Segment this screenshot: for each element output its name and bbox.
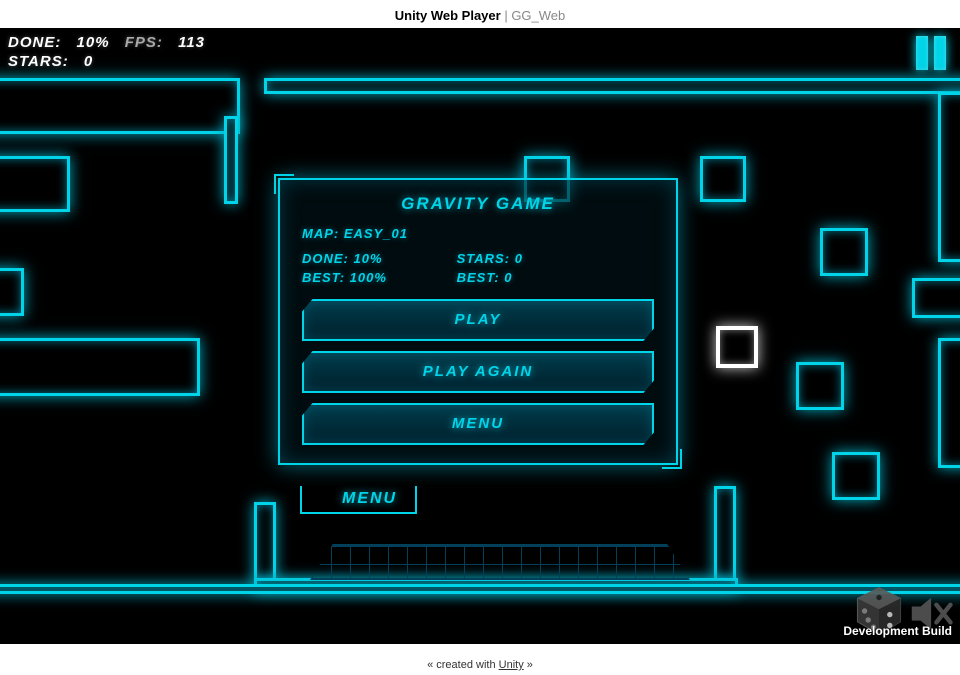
maze-wall	[0, 338, 200, 396]
maze-wall	[224, 116, 238, 204]
menu-done-value: 10%	[354, 251, 383, 266]
maze-wall	[700, 156, 746, 202]
maze-wall	[714, 486, 736, 582]
grid-floor	[310, 544, 690, 580]
pause-button[interactable]	[916, 36, 950, 70]
hud-stars-value: 0	[84, 53, 93, 70]
footer-unity-link[interactable]: Unity	[499, 659, 524, 671]
maze-wall	[912, 278, 960, 318]
dev-build-label: Development Build	[843, 624, 952, 638]
menu-info: MAP: EASY_01 DONE: 10% STARS: 0 BEST: 10…	[302, 226, 654, 285]
pause-icon	[916, 36, 928, 70]
title-sep: |	[501, 8, 512, 23]
menu-button[interactable]: MENU	[302, 403, 654, 445]
maze-wall	[796, 362, 844, 410]
menu-map-row: MAP: EASY_01	[302, 226, 654, 241]
hud: DONE: 10% FPS: 113 STARS: 0	[8, 34, 215, 72]
menu-done-label: DONE:	[302, 251, 349, 266]
page-footer: « created with Unity »	[0, 659, 960, 671]
menu-stats-row-2: BEST: 100% BEST: 0	[302, 270, 654, 285]
hud-fps-label: FPS:	[125, 34, 163, 51]
menu-stars-value: 0	[515, 251, 523, 266]
footer-prefix: « created with	[427, 659, 499, 671]
hud-done-label: DONE:	[8, 34, 61, 51]
maze-wall	[938, 338, 960, 468]
page-title: Unity Web Player | GG_Web	[0, 0, 960, 31]
maze-wall	[0, 268, 24, 316]
maze-wall	[0, 584, 960, 594]
menu-footer-label: MENU	[300, 486, 417, 514]
menu-stars-label: STARS:	[457, 251, 510, 266]
maze-wall	[0, 156, 70, 212]
menu-title: GRAVITY GAME	[302, 194, 654, 214]
menu-best-done-value: 100%	[350, 270, 387, 285]
maze-wall	[0, 78, 240, 134]
title-app-name: GG_Web	[511, 8, 565, 23]
menu-map-name: EASY_01	[344, 226, 408, 241]
play-again-button[interactable]: PLAY AGAIN	[302, 351, 654, 393]
menu-stats-row-1: DONE: 10% STARS: 0	[302, 251, 654, 266]
hud-stars-label: STARS:	[8, 53, 69, 70]
hud-fps-value: 113	[178, 34, 205, 51]
menu-panel: GRAVITY GAME MAP: EASY_01 DONE: 10% STAR…	[278, 178, 678, 465]
hud-done-value: 10%	[77, 34, 110, 51]
menu-best-stars-label: BEST:	[457, 270, 500, 285]
game-viewport: DONE: 10% FPS: 113 STARS: 0 GRAVITY GAME	[0, 28, 960, 644]
maze-wall	[820, 228, 868, 276]
pause-icon	[934, 36, 946, 70]
menu-best-stars-value: 0	[504, 270, 512, 285]
maze-wall	[938, 92, 960, 262]
menu-map-label: MAP:	[302, 226, 339, 241]
maze-wall	[254, 502, 276, 582]
hud-row-2: STARS: 0	[8, 53, 215, 72]
title-bold: Unity Web Player	[395, 8, 501, 23]
menu-best-done-label: BEST:	[302, 270, 345, 285]
player-cube[interactable]	[716, 326, 758, 368]
play-button[interactable]: PLAY	[302, 299, 654, 341]
maze-wall	[832, 452, 880, 500]
maze-wall	[264, 78, 960, 94]
footer-suffix: »	[524, 659, 533, 671]
hud-row-1: DONE: 10% FPS: 113	[8, 34, 215, 53]
